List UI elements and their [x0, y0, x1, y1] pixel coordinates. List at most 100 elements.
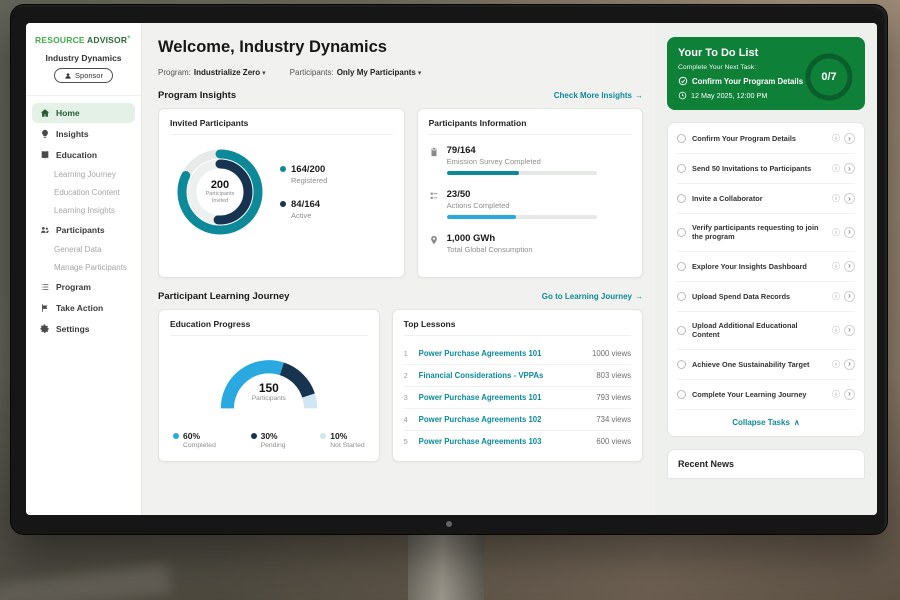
task-checkbox[interactable] [677, 164, 686, 173]
program-filter-dropdown[interactable]: Program:Industrialize Zero▾ [158, 68, 266, 77]
info-icon[interactable]: ⓘ [832, 359, 840, 370]
sponsor-badge: Sponsor [54, 68, 113, 83]
chevron-right-icon[interactable]: › [844, 227, 855, 238]
info-icon[interactable]: ⓘ [832, 261, 840, 272]
nav-item-program[interactable]: Program [32, 277, 135, 297]
lesson-row: 3 Power Purchase Agreements 101 793 view… [404, 387, 631, 409]
sponsor-label: Sponsor [75, 71, 103, 80]
chevron-right-icon[interactable]: › [844, 325, 855, 336]
todo-task-list: Confirm Your Program Details ⓘ › Send 50… [667, 122, 865, 437]
not-started-dot [320, 433, 326, 439]
todo-progress-count: 0/7 [803, 51, 855, 103]
flag-icon [40, 303, 50, 313]
lesson-row: 1 Power Purchase Agreements 101 1000 vie… [404, 343, 631, 365]
chevron-right-icon[interactable]: › [844, 291, 855, 302]
nav-label: Program [56, 282, 91, 292]
book-icon [40, 150, 50, 160]
participants-filter-label: Participants: [290, 68, 334, 77]
participants-filter-dropdown[interactable]: Participants:Only My Participants▾ [290, 68, 422, 77]
lesson-row: 5 Power Purchase Agreements 103 600 view… [404, 431, 631, 452]
info-icon[interactable]: ⓘ [832, 193, 840, 204]
info-icon[interactable]: ⓘ [832, 133, 840, 144]
people-icon [40, 225, 50, 235]
nav-label: General Data [54, 245, 102, 254]
chevron-right-icon[interactable]: › [844, 261, 855, 272]
task-row[interactable]: Explore Your Insights Dashboard ⓘ › [677, 252, 855, 282]
chevron-right-icon[interactable]: › [844, 133, 855, 144]
task-checkbox[interactable] [677, 262, 686, 271]
chevron-right-icon[interactable]: › [844, 359, 855, 370]
lesson-link[interactable]: Power Purchase Agreements 101 [419, 349, 585, 358]
info-icon[interactable]: ⓘ [832, 291, 840, 302]
home-icon [40, 108, 50, 118]
photo-scene: RESOURCE ADVISOR+ Industry Dynamics Spon… [0, 0, 900, 600]
info-icon[interactable]: ⓘ [832, 227, 840, 238]
info-icon[interactable]: ⓘ [832, 163, 840, 174]
task-row[interactable]: Confirm Your Program Details ⓘ › [677, 124, 855, 154]
task-checkbox[interactable] [677, 326, 686, 335]
stat-emission-survey: 79/164 Emission Survey Completed [429, 145, 631, 175]
go-to-learning-journey-link[interactable]: Go to Learning Journey→ [542, 292, 643, 301]
nav-item-take-action[interactable]: Take Action [32, 298, 135, 318]
nav-item-participants[interactable]: Participants [32, 220, 135, 240]
chevron-right-icon[interactable]: › [844, 389, 855, 400]
nav-item-home[interactable]: Home [32, 103, 135, 123]
sidebar: RESOURCE ADVISOR+ Industry Dynamics Spon… [26, 23, 142, 515]
arrow-right-icon: → [635, 91, 643, 100]
checklist-icon [429, 191, 439, 201]
nav-item-education-content[interactable]: Education Content [32, 184, 135, 201]
task-row[interactable]: Achieve One Sustainability Target ⓘ › [677, 350, 855, 380]
program-filter-label: Program: [158, 68, 191, 77]
task-checkbox[interactable] [677, 194, 686, 203]
monitor-stand [408, 534, 484, 600]
task-row[interactable]: Upload Additional Educational Content ⓘ … [677, 312, 855, 350]
task-row[interactable]: Verify participants requesting to join t… [677, 214, 855, 252]
task-checkbox[interactable] [677, 390, 686, 399]
lesson-link[interactable]: Power Purchase Agreements 101 [419, 393, 590, 402]
nav-label: Learning Insights [54, 206, 115, 215]
info-icon[interactable]: ⓘ [832, 325, 840, 336]
lesson-link[interactable]: Financial Considerations - VPPAs [419, 371, 590, 380]
gauge-center-label: 150 Participants [203, 381, 335, 402]
lesson-link[interactable]: Power Purchase Agreements 102 [419, 415, 590, 424]
nav-item-general-data[interactable]: General Data [32, 241, 135, 258]
active-dot [280, 201, 286, 207]
info-icon[interactable]: ⓘ [832, 389, 840, 400]
task-row[interactable]: Complete Your Learning Journey ⓘ › [677, 380, 855, 410]
nav-item-education[interactable]: Education [32, 145, 135, 165]
learning-journey-header: Participant Learning Journey Go to Learn… [158, 291, 643, 302]
education-progress-card: Education Progress 150 Participants [158, 309, 380, 462]
task-row[interactable]: Invite a Collaborator ⓘ › [677, 184, 855, 214]
recent-news-header: Recent News [667, 449, 865, 479]
program-insights-header: Program Insights Check More Insights→ [158, 90, 643, 101]
check-more-insights-link[interactable]: Check More Insights→ [554, 91, 643, 100]
chevron-right-icon[interactable]: › [844, 163, 855, 174]
completed-dot [173, 433, 179, 439]
right-panel: Your To Do List Complete Your Next Task:… [655, 23, 877, 515]
chevron-right-icon[interactable]: › [844, 193, 855, 204]
donut-legend: 164/200 Registered 84/164 Active [280, 164, 327, 220]
lesson-link[interactable]: Power Purchase Agreements 103 [419, 437, 590, 446]
nav-item-manage-participants[interactable]: Manage Participants [32, 259, 135, 276]
lightbulb-icon [40, 129, 50, 139]
nav-item-learning-journey[interactable]: Learning Journey [32, 166, 135, 183]
task-checkbox[interactable] [677, 134, 686, 143]
task-checkbox[interactable] [677, 228, 686, 237]
nav-item-settings[interactable]: Settings [32, 319, 135, 339]
chevron-down-icon: ▾ [262, 70, 266, 77]
invited-donut-chart: 200 Participants Invited [170, 142, 270, 242]
collapse-tasks-link[interactable]: Collapse Tasks ∧ [677, 410, 855, 435]
nav-item-learning-insights[interactable]: Learning Insights [32, 202, 135, 219]
task-row[interactable]: Upload Spend Data Records ⓘ › [677, 282, 855, 312]
task-checkbox[interactable] [677, 292, 686, 301]
chevron-up-icon: ∧ [794, 418, 800, 427]
list-icon [40, 282, 50, 292]
logo-resource: RESOURCE [35, 35, 85, 45]
sidebar-nav: Home Insights Education Learning Journey… [26, 96, 141, 346]
task-row[interactable]: Send 50 Invitations to Participants ⓘ › [677, 154, 855, 184]
task-checkbox[interactable] [677, 360, 686, 369]
monitor-bezel: RESOURCE ADVISOR+ Industry Dynamics Spon… [10, 4, 888, 535]
legend-completed: 60% Completed [173, 431, 216, 449]
nav-label: Education [56, 150, 97, 160]
nav-item-insights[interactable]: Insights [32, 124, 135, 144]
